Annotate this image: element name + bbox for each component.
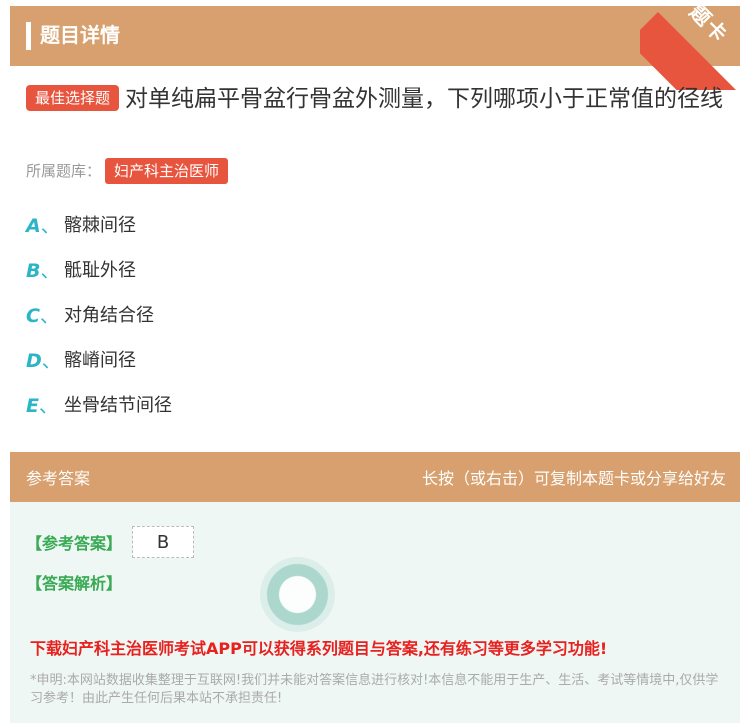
bank-badge[interactable]: 妇产科主治医师 [105,158,229,184]
bank-label: 所属题库： [26,162,102,180]
reference-answer-value: B [132,526,195,558]
disclaimer-text: *申明:本网站数据收集整理于互联网!我们并未能对答案信息进行核对!本信息不能用于… [30,673,719,706]
option-text: 坐骨结节间径 [64,395,172,416]
analysis-label: 【答案解析】 [26,574,123,593]
option-e[interactable]: E、 坐骨结节间径 [26,391,172,436]
option-b[interactable]: B、 骶耻外径 [26,256,172,301]
answer-body: 【参考答案】 B 【答案解析】 下载妇产科主治医师考试APP可以获得系列题目与答… [10,502,740,723]
question-type-badge: 最佳选择题 [26,85,120,111]
corner-ribbon: 题卡 [640,0,750,90]
option-text: 髂棘间径 [64,215,136,236]
reference-answer-row: 【参考答案】 B [26,526,195,558]
question-stem: 最佳选择题 对单纯扁平骨盆行骨盆外测量，下列哪项小于正常值的径线 [26,80,726,118]
option-a[interactable]: A、 髂棘间径 [26,211,172,256]
option-text: 髂嵴间径 [64,350,136,371]
option-text: 对角结合径 [64,305,154,326]
answer-section-title: 参考答案 [26,469,91,488]
app-download-promo[interactable]: 下载妇产科主治医师考试APP可以获得系列题目与答案,还有练习等更多学习功能! [30,635,607,659]
question-bank-row: 所属题库： 妇产科主治医师 [26,158,229,184]
options-list: A、 髂棘间径 B、 骶耻外径 C、 对角结合径 D、 髂嵴间径 E、 坐骨结节… [26,211,172,436]
option-key: B、 [26,260,60,282]
option-d[interactable]: D、 髂嵴间径 [26,346,172,391]
page-title: 题目详情 [40,23,120,47]
option-key: A、 [26,215,60,237]
option-text: 骶耻外径 [64,260,136,281]
answer-header: 参考答案 长按（或右击）可复制本题卡或分享给好友 [10,452,740,502]
share-hint: 长按（或右击）可复制本题卡或分享给好友 [421,469,726,488]
question-card: 题目详情 题卡 最佳选择题 对单纯扁平骨盆行骨盆外测量，下列哪项小于正常值的径线 … [10,0,750,723]
reference-answer-label: 【参考答案】 [26,534,123,553]
question-text: 对单纯扁平骨盆行骨盆外测量，下列哪项小于正常值的径线 [125,86,724,112]
header-accent-bar [26,22,31,50]
option-key: C、 [26,305,59,327]
option-key: D、 [26,350,61,372]
option-c[interactable]: C、 对角结合径 [26,301,172,346]
option-key: E、 [26,395,58,417]
watermark-logo-icon [260,557,335,632]
card-header: 题目详情 [10,6,740,66]
